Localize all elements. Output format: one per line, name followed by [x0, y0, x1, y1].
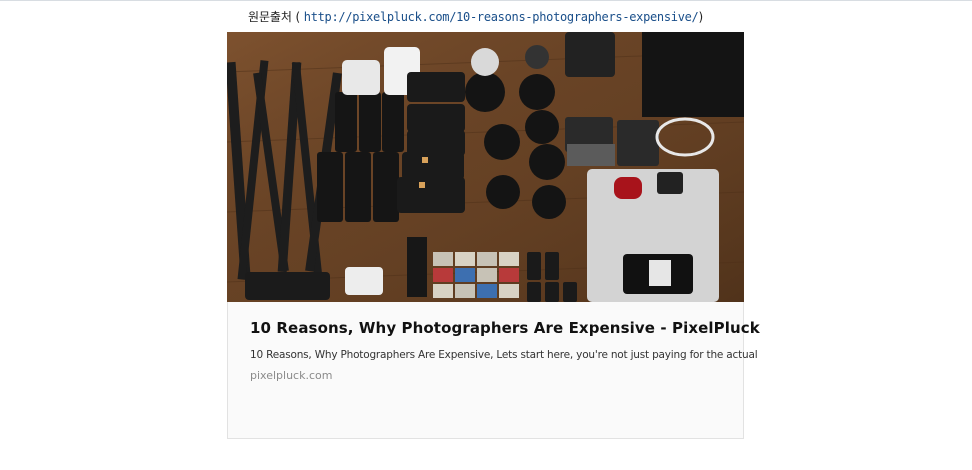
- card-description: 10 Reasons, Why Photographers Are Expens…: [250, 349, 758, 361]
- top-divider: [0, 0, 972, 1]
- card-title[interactable]: 10 Reasons, Why Photographers Are Expens…: [250, 319, 760, 337]
- source-close: ): [698, 10, 704, 24]
- source-line: 원문출처 ( http://pixelpluck.com/10-reasons-…: [248, 8, 703, 25]
- card-domain: pixelpluck.com: [250, 369, 333, 382]
- source-label: 원문출처 (: [248, 10, 304, 24]
- preview-image[interactable]: [227, 32, 744, 302]
- link-preview-card[interactable]: 10 Reasons, Why Photographers Are Expens…: [227, 32, 760, 439]
- source-link[interactable]: http://pixelpluck.com/10-reasons-photogr…: [304, 10, 699, 24]
